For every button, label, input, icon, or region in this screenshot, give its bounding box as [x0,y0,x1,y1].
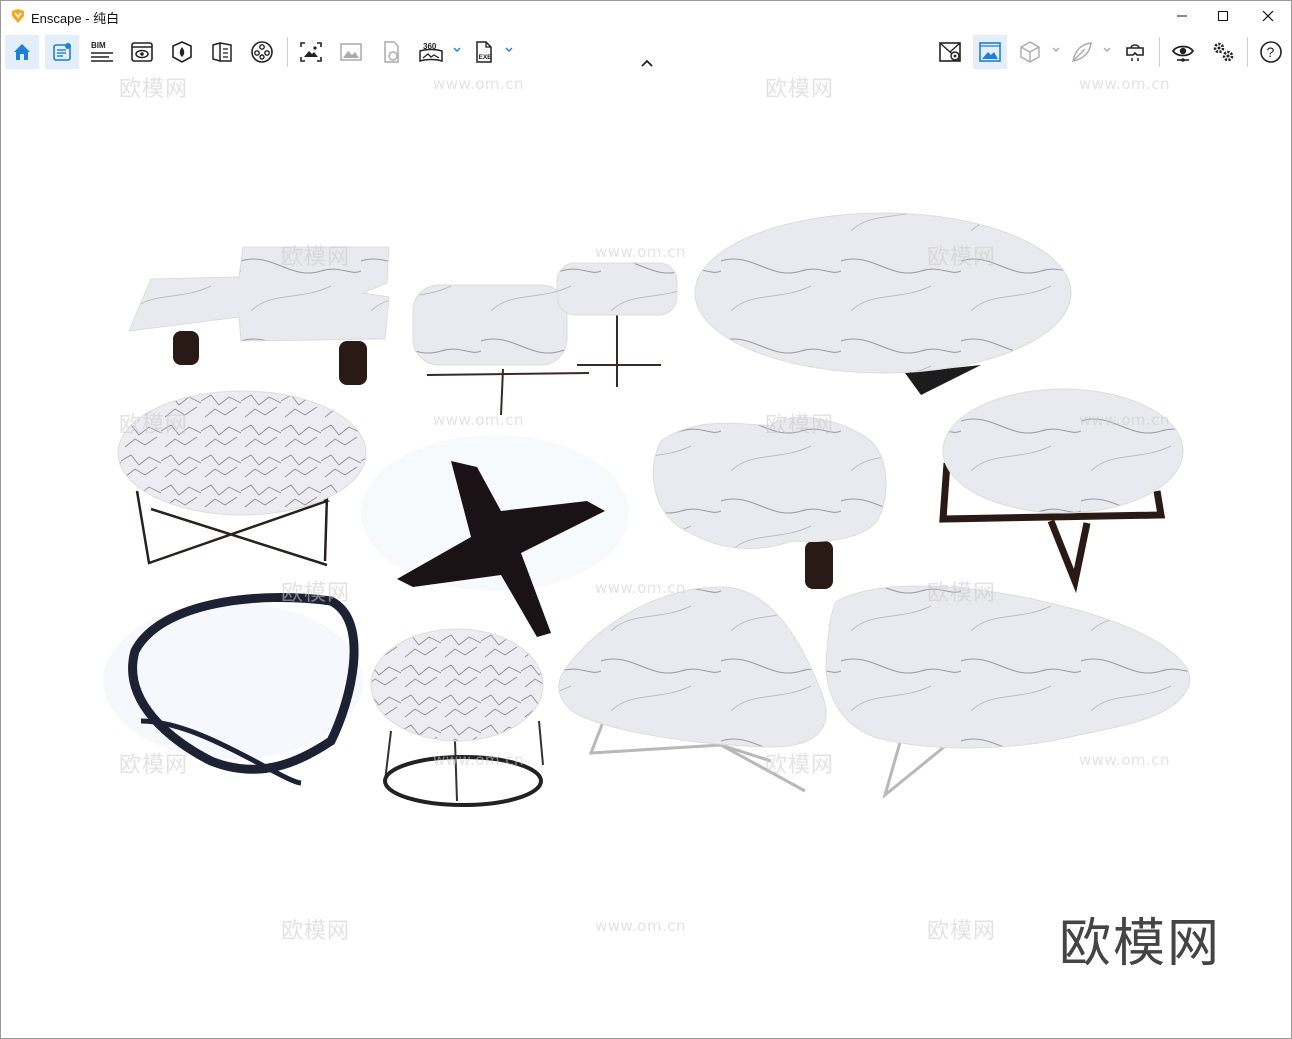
material-editor-button[interactable] [205,35,239,69]
vr-headset-icon [1126,44,1144,61]
material-editor-icon [212,42,232,62]
leaf-button[interactable] [1065,35,1099,69]
box-view-dropdown-icon[interactable] [1051,45,1061,55]
table-glass-cross [361,435,629,637]
bim-button[interactable]: BIM [85,35,119,69]
batch-render-button[interactable] [334,35,368,69]
table-small-round [370,628,544,807]
video-editor-icon [251,41,273,63]
minimize-icon [1177,15,1187,17]
enscape-logo-icon [12,9,24,23]
leaf-icon [1072,42,1092,62]
minimize-button[interactable] [1159,1,1205,31]
screenshot-icon [300,42,322,62]
close-icon [1262,10,1274,22]
export-exe-icon: EXE [476,41,493,63]
maximize-button[interactable] [1200,1,1246,31]
vr-headset-button[interactable] [1118,35,1152,69]
panorama-icon: 360 [419,42,443,63]
export-exe-button[interactable]: EXE [467,35,501,69]
web-standalone-icon [384,41,399,63]
web-standalone-button[interactable] [374,35,408,69]
settings-button[interactable] [1206,35,1240,69]
window-title: Enscape - 纯白 [31,11,120,26]
toolbar-separator [287,37,288,67]
table-nested [412,262,678,416]
eye-button[interactable] [1166,35,1200,69]
help-button[interactable]: ? [1254,35,1288,69]
table-triangle [558,586,827,793]
bim-icon: BIM [91,41,113,62]
leaf-dropdown-icon[interactable] [1102,45,1112,55]
panorama-button[interactable]: 360 [414,35,448,69]
maximize-icon [1218,11,1228,21]
capture-view-button[interactable] [973,35,1007,69]
home-icon [14,44,30,60]
panorama-dropdown-icon[interactable] [452,45,462,55]
app-window: Enscape - 纯白 BIM 360 EXE ? 欧模网 www.om.cn… [0,0,1292,1039]
view-management-button[interactable] [45,35,79,69]
toolbar-separator [1247,37,1248,67]
collapse-toolbar-icon[interactable] [637,56,657,72]
video-editor-button[interactable] [245,35,279,69]
table-pebble [825,585,1191,800]
table-cloud [652,417,887,589]
help-icon: ? [1260,41,1282,63]
svg-text:EXE: EXE [479,54,493,61]
batch-render-icon [340,43,362,61]
asset-library-icon [172,41,192,63]
eye-icon [1171,45,1195,62]
close-button[interactable] [1245,1,1291,31]
sync-views-button[interactable] [933,35,967,69]
brand-watermark: 欧模网 [1059,914,1222,974]
sync-views-icon [939,42,961,62]
asset-library-button[interactable] [165,35,199,69]
toolbar-separator [1159,37,1160,67]
coffee-table-scene [103,212,1191,807]
table-ring-frame [103,593,363,786]
home-button[interactable] [5,35,39,69]
table-round-x-frame [117,390,367,567]
visual-settings-icon [131,42,153,62]
visual-settings-button[interactable] [125,35,159,69]
export-dropdown-icon[interactable] [504,45,514,55]
render-viewport[interactable]: 欧模网 www.om.cn 欧模网 www.om.cn 欧模网 www.om.c… [1,71,1291,1038]
capture-view-icon [979,42,1001,62]
screenshot-button[interactable] [294,35,328,69]
title-bar: Enscape - 纯白 [1,1,1291,31]
table-round-dark-frame [939,388,1184,594]
box-view-button[interactable] [1013,35,1047,69]
svg-text:?: ? [1267,44,1275,60]
view-management-icon [53,43,71,61]
table-big-round [694,212,1072,395]
box-view-icon [1020,41,1040,63]
svg-text:BIM: BIM [91,41,106,50]
settings-gears-icon [1213,42,1234,62]
table-stepped [128,246,390,385]
